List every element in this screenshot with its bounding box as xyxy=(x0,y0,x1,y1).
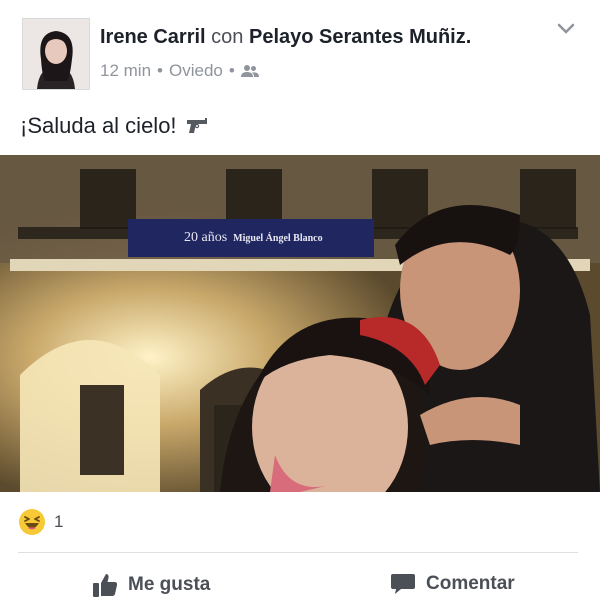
thumbs-up-icon xyxy=(93,574,118,597)
like-label: Me gusta xyxy=(128,574,211,595)
avatar-image xyxy=(23,19,89,89)
meta-separator: • xyxy=(157,61,163,80)
post-text: ¡Saluda al cielo! xyxy=(20,113,209,139)
reaction-count: 1 xyxy=(54,512,64,531)
post-message: ¡Saluda al cielo! xyxy=(20,113,177,138)
with-text: con xyxy=(211,26,244,48)
reactions-summary[interactable]: 1 xyxy=(18,508,63,536)
author-avatar[interactable] xyxy=(22,18,90,90)
action-bar: Me gusta Comentar xyxy=(0,560,600,610)
pistol-icon xyxy=(186,118,207,133)
friends-icon xyxy=(240,65,259,77)
post-time[interactable]: 12 min xyxy=(100,61,151,81)
photo-banner: 20 años Miguel Ángel Blanco xyxy=(128,219,374,257)
post-meta: 12 min • Oviedo • xyxy=(100,61,259,81)
banner-name: Miguel Ángel Blanco xyxy=(233,232,323,244)
author-line: Irene Carril con Pelayo Serantes Muñiz. xyxy=(100,26,471,49)
author-name[interactable]: Irene Carril xyxy=(100,26,206,48)
comment-button[interactable]: Comentar xyxy=(390,572,515,596)
tagged-person[interactable]: Pelayo Serantes Muñiz. xyxy=(249,26,471,48)
photo-image xyxy=(0,155,600,492)
post-header: Irene Carril con Pelayo Serantes Muñiz. … xyxy=(0,0,600,95)
haha-icon xyxy=(19,509,45,535)
post-photo[interactable]: 20 años Miguel Ángel Blanco xyxy=(0,155,600,492)
like-button[interactable]: Me gusta xyxy=(92,572,210,598)
post-location[interactable]: Oviedo xyxy=(169,61,223,81)
chevron-down-icon[interactable] xyxy=(556,22,576,36)
meta-separator: • xyxy=(228,61,235,80)
comment-label: Comentar xyxy=(426,573,515,594)
divider xyxy=(18,552,578,553)
comment-icon xyxy=(391,574,415,594)
banner-years: 20 años xyxy=(184,230,228,245)
